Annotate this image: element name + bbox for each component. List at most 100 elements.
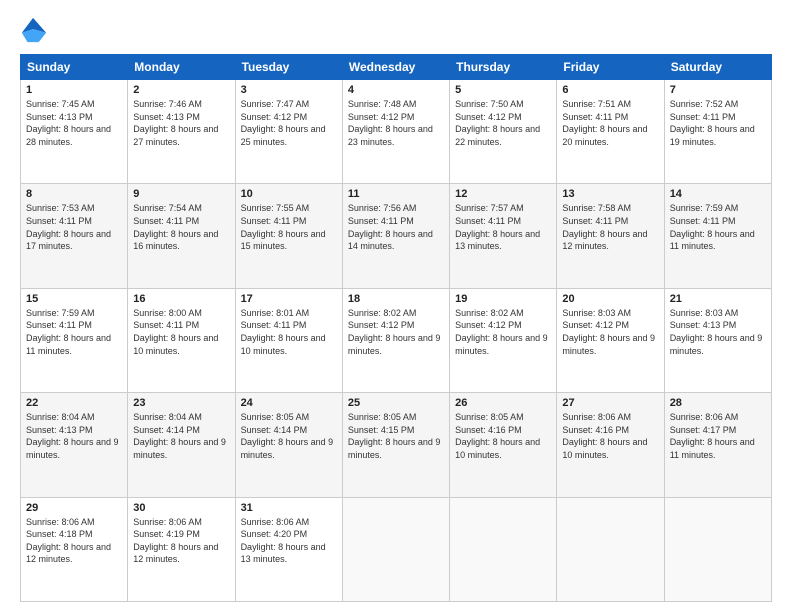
day-info: Sunrise: 8:04 AMSunset: 4:14 PMDaylight:… [133, 411, 229, 461]
day-info: Sunrise: 7:52 AMSunset: 4:11 PMDaylight:… [670, 98, 766, 148]
calendar-cell: 20Sunrise: 8:03 AMSunset: 4:12 PMDayligh… [557, 288, 664, 392]
day-info: Sunrise: 8:03 AMSunset: 4:12 PMDaylight:… [562, 307, 658, 357]
calendar-header-monday: Monday [128, 55, 235, 80]
calendar-cell: 26 Sunrise: 8:05 AMSunset: 4:16 PMDayligh… [450, 393, 557, 497]
calendar-cell: 2Sunrise: 7:46 AMSunset: 4:13 PMDaylight… [128, 80, 235, 184]
day-number: 10 [241, 188, 337, 200]
day-number: 17 [241, 293, 337, 305]
day-info: Sunrise: 8:03 AMSunset: 4:13 PMDaylight:… [670, 307, 766, 357]
day-number: 4 [348, 84, 444, 96]
calendar-week-3: 15Sunrise: 7:59 AMSunset: 4:11 PMDayligh… [21, 288, 772, 392]
day-info: Sunrise: 7:59 AMSunset: 4:11 PMDaylight:… [670, 202, 766, 252]
calendar-cell: 30 Sunrise: 8:06 AMSunset: 4:19 PMDayligh… [128, 497, 235, 601]
calendar-cell: 9 Sunrise: 7:54 AMSunset: 4:11 PMDaylight… [128, 184, 235, 288]
logo [20, 16, 52, 44]
day-info: Sunrise: 7:45 AMSunset: 4:13 PMDaylight:… [26, 98, 122, 148]
day-info: Sunrise: 8:05 AMSunset: 4:16 PMDaylight:… [455, 411, 551, 461]
day-info: Sunrise: 7:53 AMSunset: 4:11 PMDaylight:… [26, 202, 122, 252]
day-info: Sunrise: 7:55 AMSunset: 4:11 PMDaylight:… [241, 202, 337, 252]
day-number: 3 [241, 84, 337, 96]
day-number: 9 [133, 188, 229, 200]
day-number: 12 [455, 188, 551, 200]
day-info: Sunrise: 7:47 AMSunset: 4:12 PMDaylight:… [241, 98, 337, 148]
day-number: 23 [133, 397, 229, 409]
calendar-cell: 23 Sunrise: 8:04 AMSunset: 4:14 PMDayligh… [128, 393, 235, 497]
day-info: Sunrise: 8:05 AMSunset: 4:15 PMDaylight:… [348, 411, 444, 461]
day-number: 11 [348, 188, 444, 200]
calendar-cell: 19Sunrise: 8:02 AMSunset: 4:12 PMDayligh… [450, 288, 557, 392]
day-info: Sunrise: 7:57 AMSunset: 4:11 PMDaylight:… [455, 202, 551, 252]
day-number: 26 [455, 397, 551, 409]
calendar-cell: 5 Sunrise: 7:50 AMSunset: 4:12 PMDaylight… [450, 80, 557, 184]
day-number: 13 [562, 188, 658, 200]
calendar-header-tuesday: Tuesday [235, 55, 342, 80]
day-number: 31 [241, 502, 337, 514]
day-info: Sunrise: 8:02 AMSunset: 4:12 PMDaylight:… [348, 307, 444, 357]
calendar-cell [557, 497, 664, 601]
calendar-cell: 18 Sunrise: 8:02 AMSunset: 4:12 PMDayligh… [342, 288, 449, 392]
calendar-body: 1 Sunrise: 7:45 AMSunset: 4:13 PMDaylight… [21, 80, 772, 602]
day-number: 14 [670, 188, 766, 200]
calendar-cell: 31 Sunrise: 8:06 AMSunset: 4:20 PMDayligh… [235, 497, 342, 601]
calendar-cell: 11Sunrise: 7:56 AMSunset: 4:11 PMDayligh… [342, 184, 449, 288]
day-number: 18 [348, 293, 444, 305]
calendar-header-saturday: Saturday [664, 55, 771, 80]
calendar-cell: 21 Sunrise: 8:03 AMSunset: 4:13 PMDayligh… [664, 288, 771, 392]
day-number: 24 [241, 397, 337, 409]
calendar-cell: 12 Sunrise: 7:57 AMSunset: 4:11 PMDayligh… [450, 184, 557, 288]
calendar-cell: 22 Sunrise: 8:04 AMSunset: 4:13 PMDayligh… [21, 393, 128, 497]
calendar-cell: 3 Sunrise: 7:47 AMSunset: 4:12 PMDaylight… [235, 80, 342, 184]
day-number: 30 [133, 502, 229, 514]
day-number: 1 [26, 84, 122, 96]
day-info: Sunrise: 7:58 AMSunset: 4:11 PMDaylight:… [562, 202, 658, 252]
calendar-cell: 25 Sunrise: 8:05 AMSunset: 4:15 PMDayligh… [342, 393, 449, 497]
calendar-cell: 1 Sunrise: 7:45 AMSunset: 4:13 PMDaylight… [21, 80, 128, 184]
day-number: 21 [670, 293, 766, 305]
day-info: Sunrise: 7:51 AMSunset: 4:11 PMDaylight:… [562, 98, 658, 148]
calendar-cell [664, 497, 771, 601]
day-number: 28 [670, 397, 766, 409]
calendar-cell: 4 Sunrise: 7:48 AMSunset: 4:12 PMDaylight… [342, 80, 449, 184]
calendar-cell: 6 Sunrise: 7:51 AMSunset: 4:11 PMDaylight… [557, 80, 664, 184]
calendar-header-sunday: Sunday [21, 55, 128, 80]
calendar-cell: 24 Sunrise: 8:05 AMSunset: 4:14 PMDayligh… [235, 393, 342, 497]
calendar-week-2: 8Sunrise: 7:53 AMSunset: 4:11 PMDaylight… [21, 184, 772, 288]
day-info: Sunrise: 7:54 AMSunset: 4:11 PMDaylight:… [133, 202, 229, 252]
day-info: Sunrise: 8:06 AMSunset: 4:19 PMDaylight:… [133, 516, 229, 566]
day-info: Sunrise: 8:06 AMSunset: 4:18 PMDaylight:… [26, 516, 122, 566]
calendar-header-wednesday: Wednesday [342, 55, 449, 80]
calendar-week-4: 22 Sunrise: 8:04 AMSunset: 4:13 PMDayligh… [21, 393, 772, 497]
day-info: Sunrise: 8:05 AMSunset: 4:14 PMDaylight:… [241, 411, 337, 461]
day-info: Sunrise: 8:06 AMSunset: 4:16 PMDaylight:… [562, 411, 658, 461]
day-info: Sunrise: 8:00 AMSunset: 4:11 PMDaylight:… [133, 307, 229, 357]
calendar-cell: 14 Sunrise: 7:59 AMSunset: 4:11 PMDayligh… [664, 184, 771, 288]
calendar-header-friday: Friday [557, 55, 664, 80]
day-info: Sunrise: 8:06 AMSunset: 4:20 PMDaylight:… [241, 516, 337, 566]
calendar-cell: 27Sunrise: 8:06 AMSunset: 4:16 PMDayligh… [557, 393, 664, 497]
calendar-cell: 8Sunrise: 7:53 AMSunset: 4:11 PMDaylight… [21, 184, 128, 288]
calendar-cell [450, 497, 557, 601]
day-info: Sunrise: 8:02 AMSunset: 4:12 PMDaylight:… [455, 307, 551, 357]
calendar-cell: 7Sunrise: 7:52 AMSunset: 4:11 PMDaylight… [664, 80, 771, 184]
calendar-header-thursday: Thursday [450, 55, 557, 80]
calendar-week-1: 1 Sunrise: 7:45 AMSunset: 4:13 PMDaylight… [21, 80, 772, 184]
header [20, 16, 772, 44]
calendar-table: SundayMondayTuesdayWednesdayThursdayFrid… [20, 54, 772, 602]
calendar-cell [342, 497, 449, 601]
calendar-header-row: SundayMondayTuesdayWednesdayThursdayFrid… [21, 55, 772, 80]
day-number: 25 [348, 397, 444, 409]
day-info: Sunrise: 7:50 AMSunset: 4:12 PMDaylight:… [455, 98, 551, 148]
day-number: 6 [562, 84, 658, 96]
day-info: Sunrise: 8:01 AMSunset: 4:11 PMDaylight:… [241, 307, 337, 357]
day-number: 5 [455, 84, 551, 96]
day-info: Sunrise: 7:46 AMSunset: 4:13 PMDaylight:… [133, 98, 229, 148]
calendar-cell: 15Sunrise: 7:59 AMSunset: 4:11 PMDayligh… [21, 288, 128, 392]
day-number: 16 [133, 293, 229, 305]
calendar-cell: 16 Sunrise: 8:00 AMSunset: 4:11 PMDayligh… [128, 288, 235, 392]
day-info: Sunrise: 7:48 AMSunset: 4:12 PMDaylight:… [348, 98, 444, 148]
page: SundayMondayTuesdayWednesdayThursdayFrid… [0, 0, 792, 612]
day-info: Sunrise: 8:04 AMSunset: 4:13 PMDaylight:… [26, 411, 122, 461]
day-number: 22 [26, 397, 122, 409]
calendar-cell: 28Sunrise: 8:06 AMSunset: 4:17 PMDayligh… [664, 393, 771, 497]
calendar-week-5: 29Sunrise: 8:06 AMSunset: 4:18 PMDayligh… [21, 497, 772, 601]
